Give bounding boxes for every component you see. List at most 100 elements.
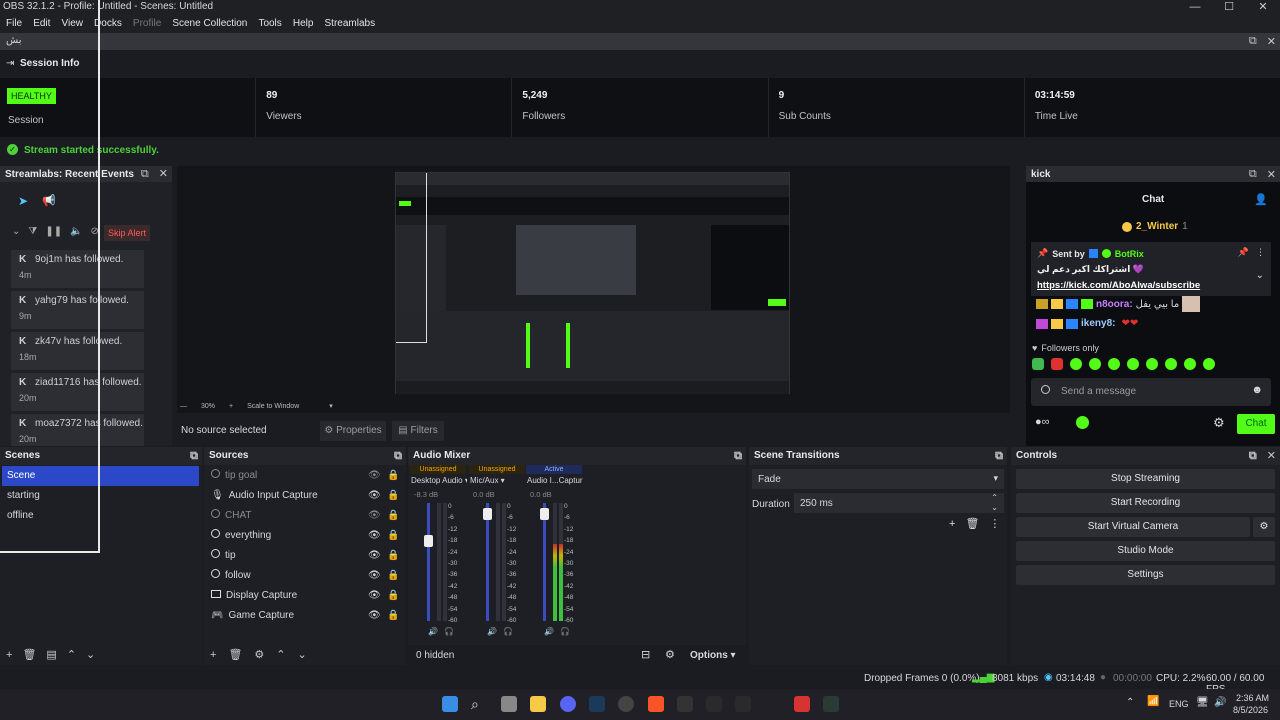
virtual-camera-settings-button[interactable]: ⚙ [1253,517,1275,537]
scene-item[interactable]: offline [2,506,199,526]
stepper-icon[interactable]: ⌃ ⌄ [991,493,998,513]
chevron-down-icon[interactable]: ⌄ [1256,270,1264,281]
volume-icon[interactable]: 🔊 [487,627,497,636]
emote-icon[interactable] [1089,358,1101,370]
clock-date[interactable]: 8/5/2026 [1233,705,1268,715]
brave-icon[interactable] [648,696,664,712]
start-recording-button[interactable]: Start Recording [1016,493,1275,513]
scene-item[interactable]: Scene [2,466,199,486]
trash-icon[interactable]: 🗑 [965,517,979,530]
eye-hidden-icon[interactable]: 👁 [368,506,381,526]
menu-view[interactable]: View [61,18,83,29]
menu-edit[interactable]: Edit [33,18,50,29]
studio-mode-button[interactable]: Studio Mode [1016,541,1275,561]
gear-icon[interactable]: ⚙ [254,648,264,661]
float-icon[interactable]: ⧉ [1249,447,1257,465]
transition-select[interactable]: Fade ▾ [752,469,1004,489]
float-icon[interactable]: ⧉ [1249,35,1257,48]
windows-start-icon[interactable] [442,696,458,712]
minimize-button[interactable]: — [1178,0,1212,14]
lock-icon[interactable]: 🔒 [387,606,399,626]
headphones-icon[interactable]: 🎧 [503,627,513,636]
emote-icon[interactable] [1032,358,1044,370]
close-icon[interactable]: ✕ [1267,447,1276,465]
message-input[interactable]: Send a message ☻ [1031,378,1271,406]
lock-icon[interactable]: 🔒 [387,466,399,486]
emote-icon[interactable] [1165,358,1177,370]
channel-name[interactable]: Desktop Audio ▾ [411,476,467,485]
volume-icon[interactable]: 🔊 [544,627,554,636]
emote-icon[interactable] [1051,358,1063,370]
close-button[interactable]: ✕ [1246,0,1280,14]
stop-streaming-button[interactable]: Stop Streaming [1016,469,1275,489]
epic-icon[interactable] [677,696,693,712]
chevron-up-icon[interactable]: ⌃ [67,648,76,661]
eye-icon[interactable]: 👁 [368,526,381,546]
volume-fader[interactable] [427,503,430,621]
more-icon[interactable]: ⋮ [989,517,1000,530]
volume-icon[interactable]: 🔊 [1214,697,1226,708]
users-icon[interactable]: 👤 [1254,193,1268,206]
eye-hidden-icon[interactable]: 👁 [368,466,381,486]
lock-icon[interactable]: 🔒 [387,586,399,606]
chevron-down-icon[interactable]: ⌄ [86,648,95,661]
pin-toggle-icon[interactable]: 📌 [1238,247,1249,258]
source-item[interactable]: Display Capture 👁 🔒 [206,586,402,606]
chat-send-button[interactable]: Chat [1237,414,1275,434]
zoom-in-icon[interactable]: + [229,403,233,410]
menu-profile[interactable]: Profile [133,18,161,29]
close-icon[interactable]: ✕ [1267,168,1276,181]
app-icon[interactable] [794,696,810,712]
float-icon[interactable]: ⧉ [995,447,1003,465]
emoji-icon[interactable]: ☻ [1251,384,1263,396]
properties-button[interactable]: ⚙ Properties [320,421,386,441]
options-button[interactable]: Options ▾ [690,650,736,661]
app-icon[interactable] [735,696,751,712]
headphones-icon[interactable]: 🎧 [444,627,454,636]
lock-icon[interactable]: 🔒 [387,506,399,526]
store-icon[interactable] [501,696,517,712]
settings-button[interactable]: Settings [1016,565,1275,585]
add-icon[interactable]: + [6,649,12,661]
language[interactable]: ENG [1169,699,1189,709]
menu-streamlabs[interactable]: Streamlabs [325,18,376,29]
chevron-up-icon[interactable]: ⌃ [276,648,285,661]
paper-plane-icon[interactable]: ➤ [18,194,28,208]
menu-file[interactable]: File [6,18,22,29]
menu-tools[interactable]: Tools [258,18,281,29]
app-icon[interactable] [823,696,839,712]
wifi-icon[interactable]: 📶 [1147,696,1159,707]
menu-help[interactable]: Help [293,18,314,29]
float-icon[interactable]: ⧉ [734,447,742,465]
zoom-level[interactable]: 30% [201,403,215,410]
steam-icon[interactable] [589,696,605,712]
eye-icon[interactable]: 👁 [368,566,381,586]
float-icon[interactable]: ⧉ [190,447,198,465]
start-virtual-camera-button[interactable]: Start Virtual Camera [1016,517,1250,537]
network-icon[interactable]: 🖥 [1196,697,1209,708]
eye-icon[interactable]: 👁 [368,546,381,566]
source-item[interactable]: follow 👁 🔒 [206,566,402,586]
lock-icon[interactable]: 🔒 [387,526,399,546]
layout-icon[interactable]: ⊟ [641,648,650,661]
skip-alert-button[interactable]: Skip Alert [104,225,150,241]
source-item[interactable]: everything 👁 🔒 [206,526,402,546]
close-icon[interactable]: ✕ [1267,35,1276,48]
headphones-icon[interactable]: 🎧 [560,627,570,636]
channel-name[interactable]: Mic/Aux ▾ [470,476,526,485]
source-item[interactable]: 🎙 Audio Input Capture 👁 🔒 [206,486,402,506]
source-item[interactable]: 🎮 Game Capture 👁 🔒 [206,606,402,626]
eye-icon[interactable]: 👁 [368,586,381,606]
float-icon[interactable]: ⧉ [1249,168,1257,181]
gear-icon[interactable]: ⚙ [1213,415,1225,431]
filters-button[interactable]: ▤ Filters [392,421,444,441]
trash-icon[interactable]: 🗑 [22,648,36,661]
duration-input[interactable]: 250 ms ⌃ ⌄ [794,493,1004,513]
mute-icon[interactable]: ⊘ [91,226,99,237]
more-icon[interactable]: ⋮ [1256,247,1265,258]
discord-icon[interactable] [560,696,576,712]
channel-name[interactable]: Audio I...Capture ▾ [527,476,583,485]
emote-icon[interactable] [1108,358,1120,370]
scale-mode[interactable]: Scale to Window [247,403,299,410]
maximize-button[interactable]: ☐ [1212,0,1246,14]
